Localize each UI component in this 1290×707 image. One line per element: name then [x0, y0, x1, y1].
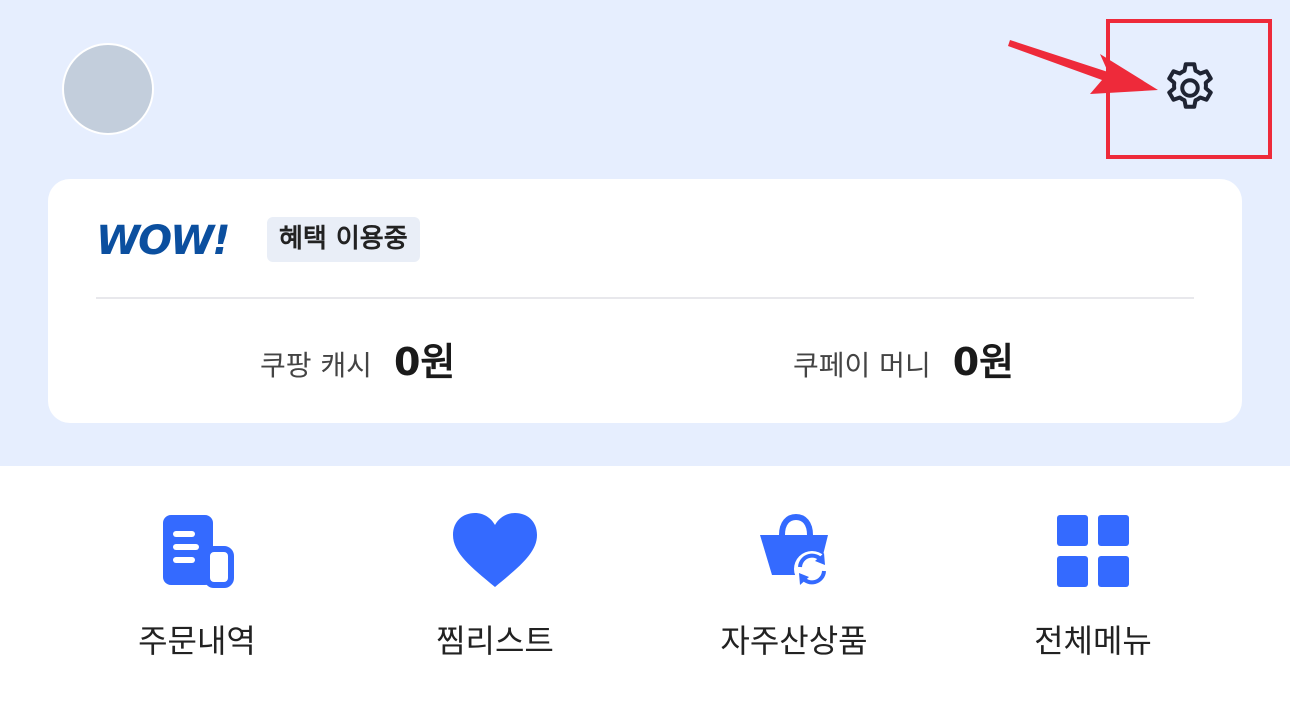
balance-value: 0원 [393, 340, 456, 384]
divider [96, 297, 1194, 299]
coupay-money-balance[interactable]: 쿠페이 머니 0원 [793, 331, 1014, 391]
coupang-cash-balance[interactable]: 쿠팡 캐시 0원 [260, 331, 455, 391]
membership-status-badge: 혜택 이용중 [267, 217, 420, 262]
gear-icon [1167, 62, 1213, 109]
menu-item-frequent-products[interactable]: 자주산상품 [674, 466, 914, 707]
balance-label: 쿠페이 머니 [793, 349, 931, 382]
menu-item-orders[interactable]: 주문내역 [77, 466, 317, 707]
settings-button[interactable] [1160, 58, 1220, 118]
reorder-bag-icon [749, 506, 839, 596]
menu-label: 주문내역 [138, 622, 256, 660]
profile-header: WOW! 혜택 이용중 쿠팡 캐시 0원 쿠페이 머니 0원 [0, 0, 1290, 466]
grid-icon [1048, 506, 1138, 596]
menu-item-wishlist[interactable]: 찜리스트 [375, 466, 615, 707]
quick-menu: 주문내역 찜리스트 자주산상품 전체메뉴 [0, 466, 1290, 707]
menu-item-all-menu[interactable]: 전체메뉴 [973, 466, 1213, 707]
avatar[interactable] [62, 43, 154, 135]
menu-label: 찜리스트 [436, 622, 554, 660]
balance-label: 쿠팡 캐시 [260, 349, 372, 382]
membership-card[interactable]: WOW! 혜택 이용중 쿠팡 캐시 0원 쿠페이 머니 0원 [48, 179, 1242, 423]
menu-label: 전체메뉴 [1034, 622, 1152, 660]
receipt-icon [152, 506, 242, 596]
balance-value: 0원 [952, 340, 1015, 384]
heart-icon [450, 506, 540, 596]
wow-logo: WOW! [96, 218, 230, 264]
menu-label: 자주산상품 [720, 622, 868, 660]
